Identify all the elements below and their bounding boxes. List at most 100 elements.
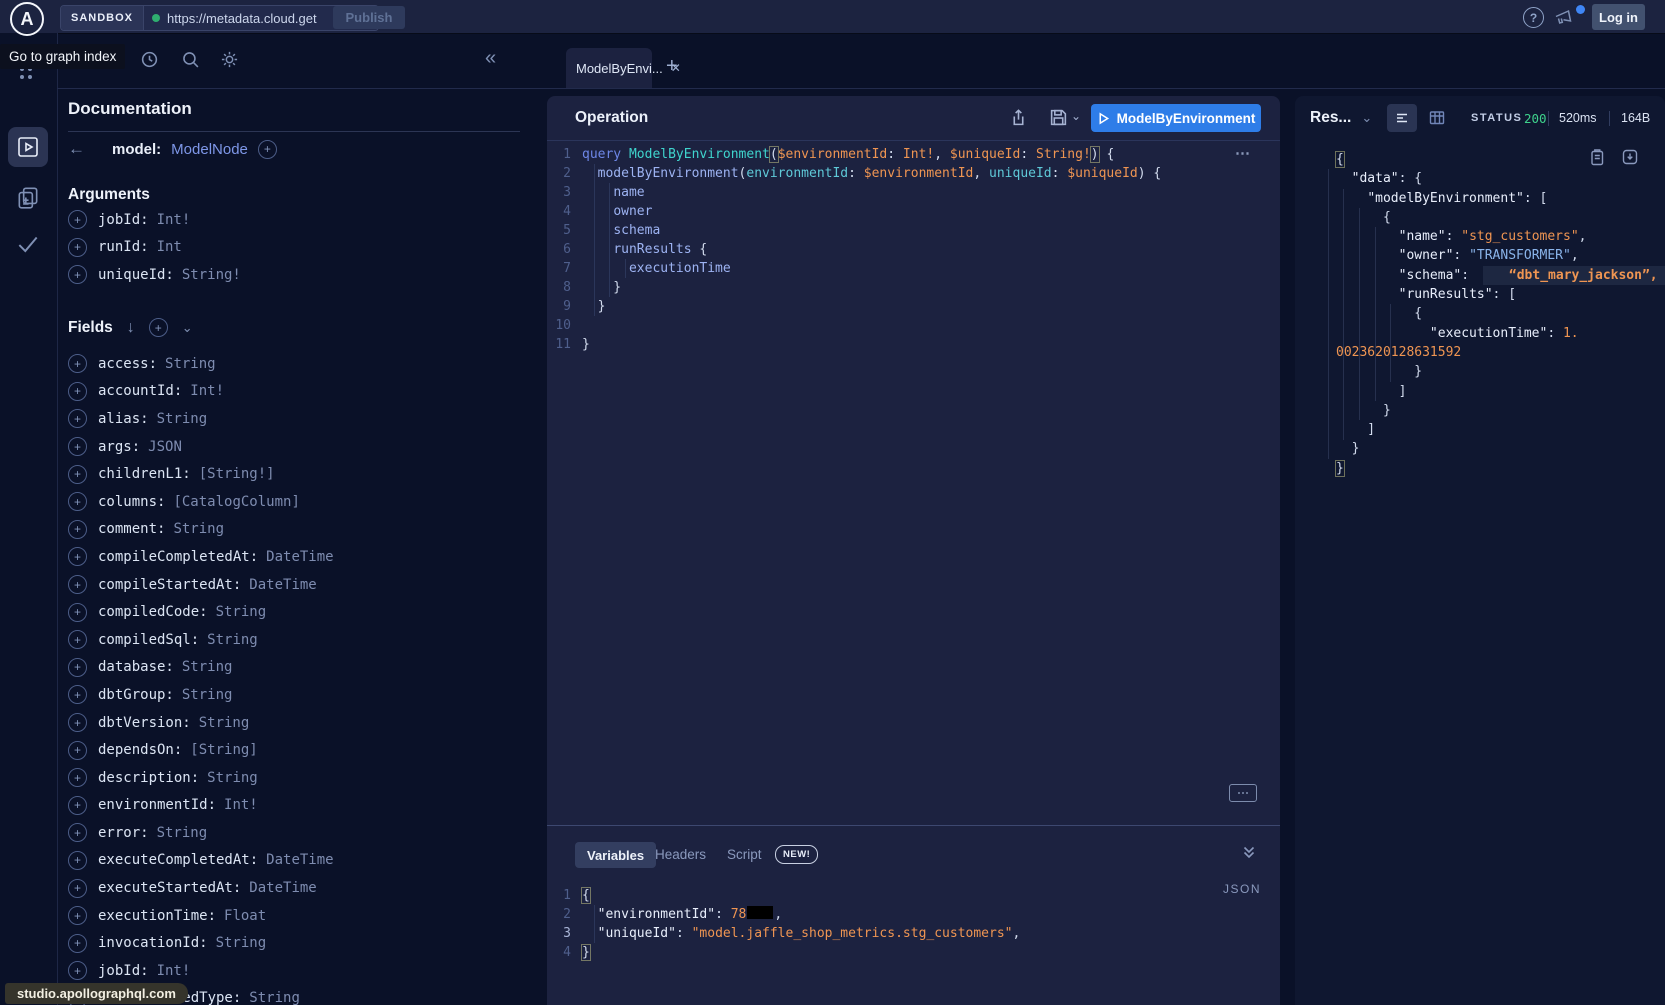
field-name[interactable]: uniqueId: [98,267,174,283]
add-field-to-query-icon[interactable] [68,879,87,898]
field-type[interactable]: DateTime [266,549,333,565]
variables-editor[interactable]: 1{2 "environmentId": 78,3 "uniqueId": "m… [551,886,1020,962]
field-name[interactable]: dependsOn: [98,742,182,758]
add-field-to-query-icon[interactable] [68,465,87,484]
field-type[interactable]: DateTime [249,880,316,896]
run-operation-button[interactable]: ModelByEnvironment [1091,104,1261,132]
add-field-to-query-icon[interactable] [68,768,87,787]
breadcrumb-type-link[interactable]: ModelNode [171,141,248,158]
explorer-nav-button[interactable] [8,127,48,167]
field-name[interactable]: compileStartedAt: [98,577,241,593]
field-name[interactable]: invocationId: [98,935,208,951]
field-name[interactable]: compileCompletedAt: [98,549,258,565]
field-name[interactable]: alias: [98,411,149,427]
add-field-to-query-icon[interactable] [68,382,87,401]
add-field-to-query-icon[interactable] [68,575,87,594]
field-type[interactable]: Float [224,908,266,924]
response-raw-view-button[interactable] [1387,104,1417,132]
field-name[interactable]: comment: [98,521,165,537]
field-name[interactable]: dbtVersion: [98,715,191,731]
save-operation-icon[interactable] [1049,108,1068,127]
share-operation-icon[interactable] [1009,108,1028,127]
field-name[interactable]: compiledCode: [98,604,208,620]
field-name[interactable]: executionTime: [98,908,216,924]
field-name[interactable]: access: [98,356,157,372]
editor-overflow-menu-icon[interactable]: ⋯ [1235,144,1252,162]
field-type[interactable]: [String!] [199,466,275,482]
field-type[interactable]: Int! [157,212,191,228]
field-name[interactable]: executeStartedAt: [98,880,241,896]
publish-button[interactable]: Publish [333,6,405,29]
field-type[interactable]: [CatalogColumn] [173,494,299,510]
field-type[interactable]: String! [182,267,241,283]
field-type[interactable]: [String] [190,742,257,758]
response-options-chevron-icon[interactable]: ⌄ [1361,110,1372,126]
checks-nav-icon[interactable] [15,231,41,257]
add-field-to-query-icon[interactable] [68,851,87,870]
back-arrow-icon[interactable]: ← [68,139,85,159]
field-type[interactable]: String [182,659,233,675]
field-name[interactable]: dbtGroup: [98,687,174,703]
add-field-to-query-icon[interactable] [68,409,87,428]
field-type[interactable]: String [216,604,267,620]
field-type[interactable]: String [157,825,208,841]
field-type[interactable]: String [207,770,258,786]
response-table-view-icon[interactable] [1428,109,1446,127]
field-name[interactable]: columns: [98,494,165,510]
add-field-to-query-icon[interactable] [68,630,87,649]
field-type[interactable]: String [216,935,267,951]
settings-gear-icon[interactable] [220,50,239,69]
field-name[interactable]: database: [98,659,174,675]
fields-options-chevron-icon[interactable]: ⌄ [182,320,193,336]
add-field-to-query-icon[interactable] [68,658,87,677]
add-field-to-query-icon[interactable] [68,823,87,842]
field-type[interactable]: String [182,687,233,703]
field-name[interactable]: environmentId: [98,797,216,813]
field-name[interactable]: executeCompletedAt: [98,852,258,868]
login-button[interactable]: Log in [1592,4,1645,30]
field-type[interactable]: DateTime [249,577,316,593]
field-type[interactable]: Int! [224,797,258,813]
field-type[interactable]: Int! [157,963,191,979]
add-field-to-query-icon[interactable] [68,265,87,284]
response-json-viewer[interactable]: { "data": { "modelByEnvironment": [ { "n… [1325,150,1665,478]
field-type[interactable]: String [199,715,250,731]
field-type[interactable]: String [173,521,224,537]
add-field-to-query-icon[interactable] [68,354,87,373]
add-field-to-query-icon[interactable] [68,713,87,732]
new-tab-icon[interactable]: + [666,55,678,78]
schema-docs-nav-icon[interactable] [15,185,41,211]
add-field-to-query-icon[interactable] [68,437,87,456]
add-field-to-query-icon[interactable] [68,520,87,539]
field-name[interactable]: accountId: [98,383,182,399]
field-type[interactable]: Int! [190,383,224,399]
tab-headers[interactable]: Headers [655,847,706,862]
field-name[interactable]: jobId: [98,212,149,228]
field-type[interactable]: JSON [148,439,182,455]
sort-fields-icon[interactable]: ↓ [127,319,135,337]
field-name[interactable]: error: [98,825,149,841]
tab-variables[interactable]: Variables [575,842,656,868]
operation-editor[interactable]: 1query ModelByEnvironment($environmentId… [551,145,1161,354]
collapse-sidebar-icon[interactable]: « [485,47,496,70]
field-name[interactable]: jobId: [98,963,149,979]
add-field-to-query-icon[interactable] [68,603,87,622]
operation-tab[interactable]: ModelByEnvi... ✕ [566,48,652,88]
field-name[interactable]: childrenL1: [98,466,191,482]
field-name[interactable]: runId: [98,239,149,255]
add-field-to-query-icon[interactable] [68,210,87,229]
add-field-to-query-icon[interactable] [68,238,87,257]
field-type[interactable]: Int [157,239,182,255]
add-field-to-query-icon[interactable] [68,685,87,704]
help-icon[interactable]: ? [1523,7,1544,28]
keyboard-shortcuts-icon[interactable] [1229,784,1257,802]
field-type[interactable]: String [207,632,258,648]
apollo-logo[interactable]: A [10,2,44,36]
field-type[interactable]: DateTime [266,852,333,868]
add-field-to-query-icon[interactable] [68,906,87,925]
field-name[interactable]: description: [98,770,199,786]
announcements-megaphone-icon[interactable] [1553,7,1575,27]
history-icon[interactable] [140,50,159,69]
field-name[interactable]: args: [98,439,140,455]
add-all-fields-icon[interactable] [149,318,168,337]
